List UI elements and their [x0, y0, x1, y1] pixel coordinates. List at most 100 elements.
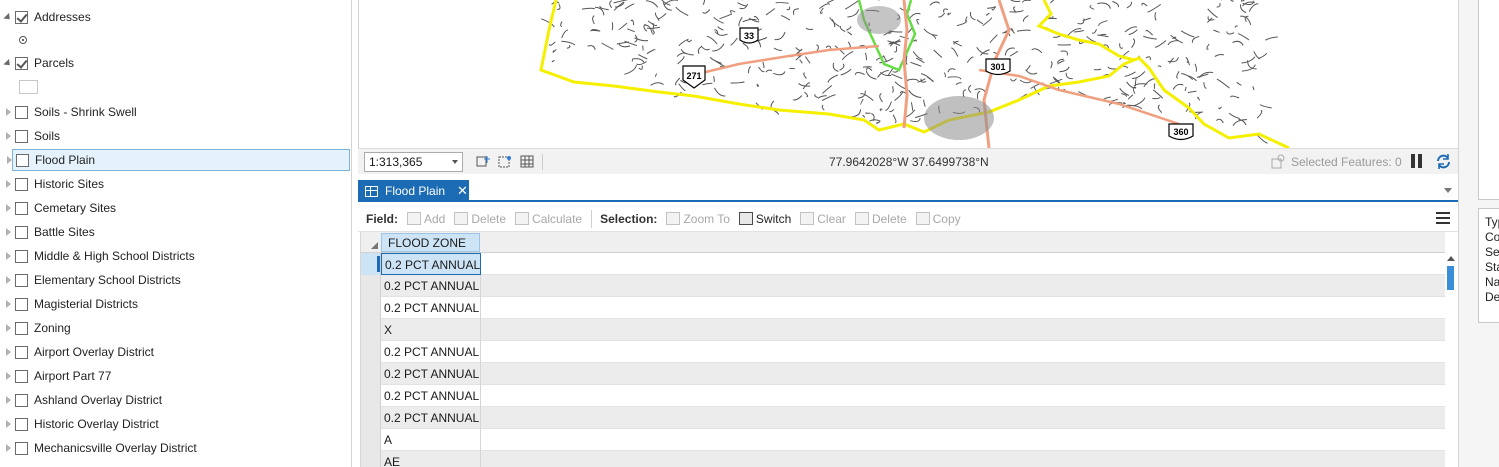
table-row[interactable]: AE: [361, 451, 1445, 467]
tab-flood-plain[interactable]: Flood Plain ✕: [358, 180, 469, 202]
scale-selector[interactable]: 1:313,365: [364, 152, 463, 172]
layer-row[interactable]: Historic Overlay District: [0, 413, 352, 435]
point-symbol-icon[interactable]: [19, 36, 27, 44]
table-cell-flood-zone[interactable]: 0.2 PCT ANNUAL: [381, 275, 481, 297]
calculate-field-button[interactable]: Calculate: [515, 212, 582, 226]
expand-icon[interactable]: [4, 275, 12, 285]
hamburger-menu-icon[interactable]: [1436, 212, 1450, 224]
delete-field-button[interactable]: Delete: [454, 212, 506, 226]
layer-visibility-checkbox[interactable]: [16, 153, 29, 167]
expand-icon[interactable]: [4, 443, 12, 453]
row-selector[interactable]: [361, 429, 381, 451]
row-selector[interactable]: [361, 297, 381, 319]
layer-label[interactable]: Parcels: [34, 56, 74, 70]
layer-row[interactable]: Addresses: [0, 6, 352, 28]
row-selector[interactable]: [361, 451, 381, 467]
layer-label[interactable]: Battle Sites: [34, 225, 95, 239]
zoom-to-button[interactable]: Zoom To: [666, 212, 730, 226]
selected-features-count[interactable]: Selected Features: 0: [1291, 155, 1402, 169]
table-cell-flood-zone[interactable]: AE: [381, 451, 481, 467]
layer-visibility-checkbox[interactable]: [15, 129, 28, 143]
layer-visibility-checkbox[interactable]: [15, 417, 28, 431]
table-row[interactable]: 0.2 PCT ANNUAL: [361, 275, 1445, 297]
scale-value[interactable]: 1:313,365: [369, 155, 422, 169]
layer-label[interactable]: Middle & High School Districts: [34, 249, 195, 263]
copy-selection-button[interactable]: Copy: [915, 212, 961, 226]
layer-row[interactable]: Soils - Shrink Swell: [0, 101, 352, 123]
row-selector[interactable]: [361, 363, 381, 385]
layer-label[interactable]: Historic Sites: [34, 177, 104, 191]
table-row[interactable]: 0.2 PCT ANNUAL: [361, 297, 1445, 319]
layer-row[interactable]: Battle Sites: [0, 221, 352, 243]
table-row[interactable]: 0.2 PCT ANNUAL: [361, 341, 1445, 363]
layer-visibility-checkbox[interactable]: [15, 273, 28, 287]
expand-icon[interactable]: [4, 251, 12, 261]
layer-visibility-checkbox[interactable]: [15, 10, 28, 24]
layer-row[interactable]: Historic Sites: [0, 173, 352, 195]
grid-snap-icon[interactable]: [476, 154, 491, 169]
layer-visibility-checkbox[interactable]: [15, 56, 28, 70]
layer-label[interactable]: Historic Overlay District: [34, 417, 159, 431]
switch-selection-button[interactable]: Switch: [738, 212, 791, 226]
row-selector[interactable]: [361, 253, 381, 275]
layer-row[interactable]: Middle & High School Districts: [0, 245, 352, 267]
layer-label[interactable]: Elementary School Districts: [34, 273, 181, 287]
pause-drawing-button[interactable]: [1410, 154, 1424, 168]
table-cell-flood-zone[interactable]: 0.2 PCT ANNUAL: [381, 407, 481, 429]
layer-row[interactable]: Airport Part 77: [0, 365, 352, 387]
row-selector[interactable]: [361, 407, 381, 429]
layer-label[interactable]: Mechanicsville Overlay District: [34, 441, 197, 455]
expand-icon[interactable]: [4, 395, 12, 405]
clear-selection-button[interactable]: Clear: [800, 212, 846, 226]
table-row[interactable]: X: [361, 319, 1445, 341]
table-cell-flood-zone[interactable]: X: [381, 319, 481, 341]
expand-icon[interactable]: [4, 179, 12, 189]
expand-icon[interactable]: [4, 131, 12, 141]
layer-visibility-checkbox[interactable]: [15, 393, 28, 407]
scroll-up-icon[interactable]: [1447, 256, 1455, 261]
row-selector[interactable]: [361, 385, 381, 407]
expand-icon[interactable]: [4, 419, 12, 429]
table-row[interactable]: 0.2 PCT ANNUAL: [361, 407, 1445, 429]
polygon-symbol-swatch[interactable]: [19, 80, 38, 94]
layer-label[interactable]: Zoning: [34, 321, 71, 335]
expand-icon[interactable]: [4, 323, 12, 333]
layer-visibility-checkbox[interactable]: [15, 225, 28, 239]
expand-icon[interactable]: [4, 203, 12, 213]
layer-row[interactable]: Ashland Overlay District: [0, 389, 352, 411]
table-row[interactable]: A: [361, 429, 1445, 451]
layer-visibility-checkbox[interactable]: [15, 345, 28, 359]
expand-icon[interactable]: [4, 347, 12, 357]
table-row[interactable]: 0.2 PCT ANNUAL: [361, 385, 1445, 407]
layer-visibility-checkbox[interactable]: [15, 321, 28, 335]
table-cell-flood-zone[interactable]: A: [381, 429, 481, 451]
select-all-corner[interactable]: [361, 232, 381, 253]
map-view[interactable]: 33 271 301 360: [358, 0, 1458, 148]
layer-label[interactable]: Flood Plain: [35, 153, 95, 167]
expand-icon[interactable]: [4, 107, 12, 117]
layer-label[interactable]: Airport Part 77: [34, 369, 111, 383]
layer-row[interactable]: Elementary School Districts: [0, 269, 352, 291]
chevron-down-icon[interactable]: [1444, 188, 1452, 193]
table-cell-flood-zone[interactable]: 0.2 PCT ANNUAL: [381, 253, 481, 275]
delete-selection-button[interactable]: Delete: [854, 212, 907, 226]
tab-label[interactable]: Flood Plain: [385, 184, 445, 198]
expand-icon[interactable]: [4, 299, 12, 309]
row-selector[interactable]: [361, 275, 381, 297]
select-features-icon[interactable]: [1271, 154, 1286, 169]
layer-row[interactable]: Parcels: [0, 52, 352, 74]
layer-visibility-checkbox[interactable]: [15, 441, 28, 455]
table-row[interactable]: 0.2 PCT ANNUAL: [361, 363, 1445, 385]
layer-visibility-checkbox[interactable]: [15, 369, 28, 383]
table-cell-flood-zone[interactable]: 0.2 PCT ANNUAL: [381, 385, 481, 407]
column-header-flood-zone[interactable]: FLOOD ZONE: [381, 233, 480, 252]
row-selector[interactable]: [361, 319, 381, 341]
layer-label[interactable]: Magisterial Districts: [34, 297, 138, 311]
layer-row[interactable]: Cemetary Sites: [0, 197, 352, 219]
layer-row[interactable]: Magisterial Districts: [0, 293, 352, 315]
layer-row[interactable]: Mechanicsville Overlay District: [0, 437, 352, 459]
layer-label[interactable]: Soils - Shrink Swell: [34, 105, 137, 119]
layer-visibility-checkbox[interactable]: [15, 249, 28, 263]
add-field-button[interactable]: Add: [407, 212, 445, 226]
expand-icon[interactable]: [5, 155, 13, 165]
